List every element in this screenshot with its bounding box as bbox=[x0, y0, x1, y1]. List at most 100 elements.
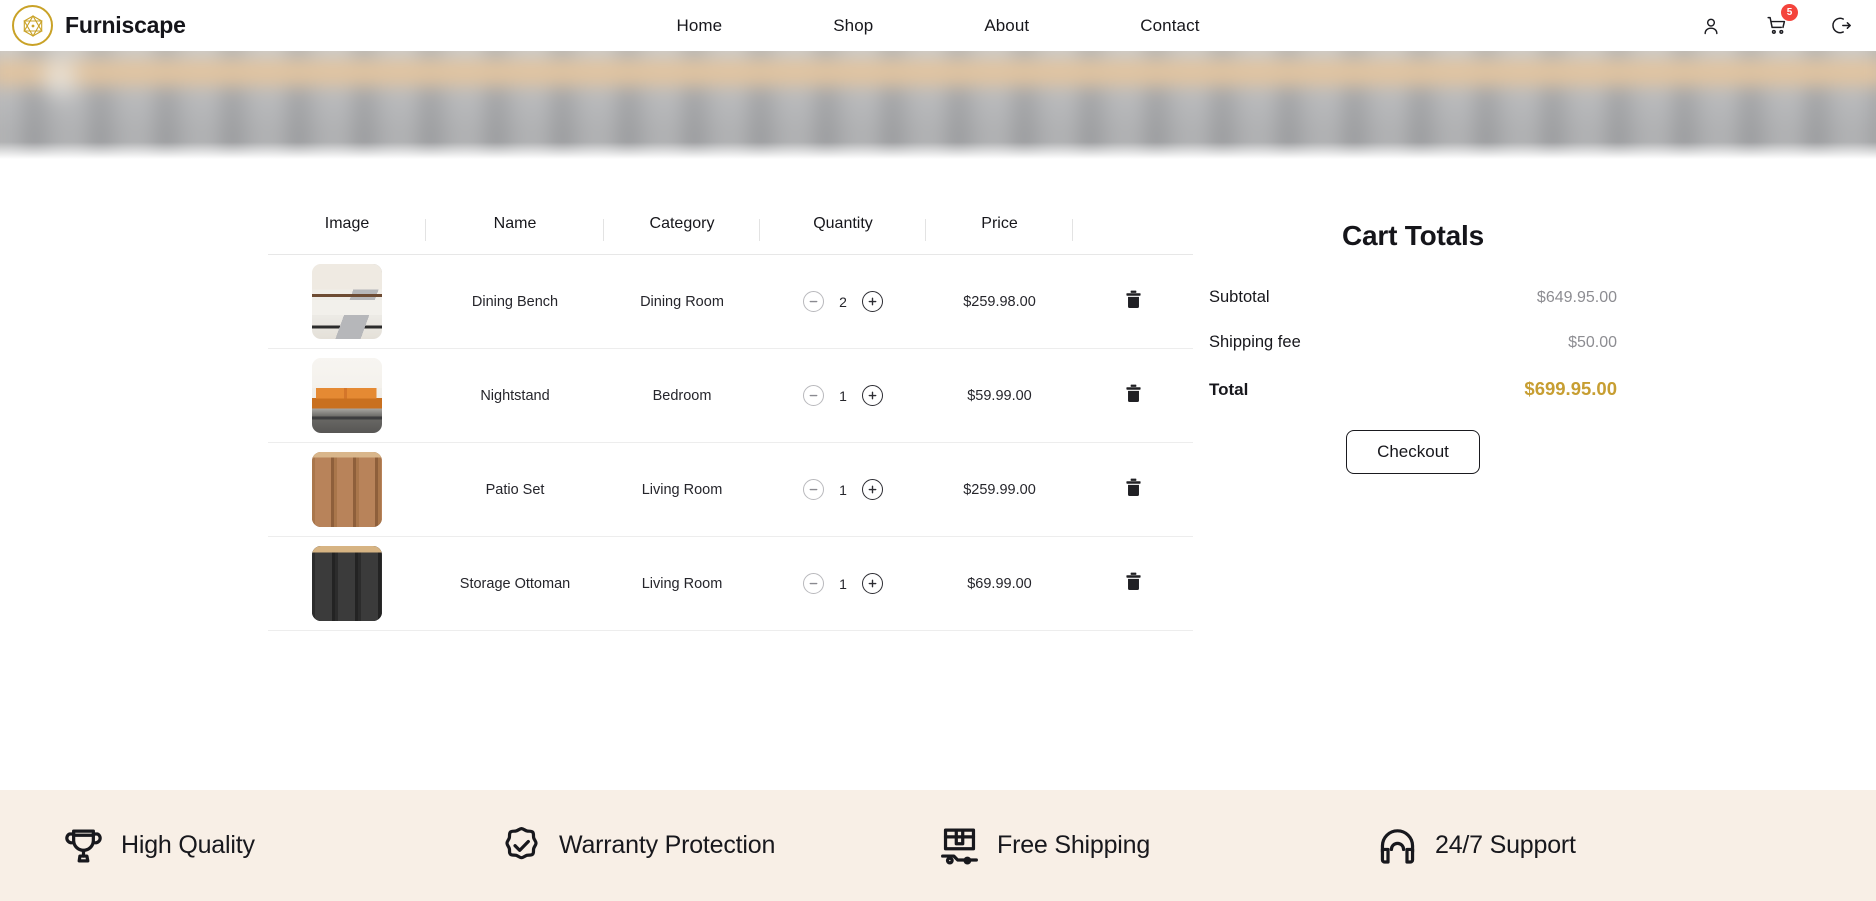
cell-name: Dining Bench bbox=[426, 254, 604, 349]
brand-name: Furniscape bbox=[65, 12, 186, 38]
cell-name: Storage Ottoman bbox=[426, 536, 604, 631]
product-thumbnail[interactable] bbox=[312, 546, 382, 621]
decrement-quantity-button[interactable] bbox=[803, 479, 824, 500]
cell-image bbox=[268, 348, 426, 443]
cell-actions bbox=[1073, 254, 1193, 349]
quantity-stepper: 1 bbox=[760, 385, 926, 406]
cell-category: Dining Room bbox=[604, 254, 760, 349]
column-header-quantity: Quantity bbox=[760, 215, 926, 255]
site-header: Furniscape Home Shop About Contact 5 bbox=[0, 0, 1876, 51]
cell-actions bbox=[1073, 348, 1193, 443]
feature-label: Warranty Protection bbox=[559, 831, 776, 859]
cell-price: $259.98.00 bbox=[926, 254, 1073, 349]
cart-count-badge: 5 bbox=[1781, 3, 1798, 21]
brand[interactable]: Furniscape bbox=[12, 5, 186, 46]
increment-quantity-button[interactable] bbox=[862, 385, 883, 406]
cell-image bbox=[268, 442, 426, 537]
column-header-actions bbox=[1073, 215, 1193, 255]
feature-warranty-protection: Warranty Protection bbox=[500, 824, 938, 867]
table-row: Nightstand Bedroom 1 $59.99.00 bbox=[268, 348, 1193, 443]
column-header-category: Category bbox=[604, 215, 760, 255]
feature-high-quality: High Quality bbox=[62, 824, 500, 867]
cart-table-section: Image Name Category Quantity Price Dinin… bbox=[0, 215, 1195, 631]
cell-category: Bedroom bbox=[604, 348, 760, 443]
total-label: Total bbox=[1209, 380, 1249, 399]
nav-item-contact[interactable]: Contact bbox=[1140, 16, 1199, 36]
quantity-stepper: 1 bbox=[760, 573, 926, 594]
cell-actions bbox=[1073, 536, 1193, 631]
subtotal-row: Subtotal $649.95.00 bbox=[1203, 288, 1623, 307]
cell-image bbox=[268, 254, 426, 349]
trash-icon[interactable] bbox=[1125, 478, 1142, 497]
cell-category: Living Room bbox=[604, 442, 760, 537]
cell-image bbox=[268, 536, 426, 631]
badge-check-icon bbox=[500, 824, 543, 867]
increment-quantity-button[interactable] bbox=[862, 573, 883, 594]
total-row: Total $699.95.00 bbox=[1203, 378, 1623, 400]
product-thumbnail[interactable] bbox=[312, 358, 382, 433]
cell-actions bbox=[1073, 442, 1193, 537]
hexagon-gem-icon bbox=[12, 5, 53, 46]
column-header-name: Name bbox=[426, 215, 604, 255]
feature-label: High Quality bbox=[121, 831, 255, 859]
feature-label: Free Shipping bbox=[997, 831, 1151, 859]
cart-table-header-row: Image Name Category Quantity Price bbox=[268, 215, 1193, 255]
decrement-quantity-button[interactable] bbox=[803, 573, 824, 594]
package-truck-icon bbox=[938, 824, 981, 867]
orange-sofa-thumbnail-image bbox=[312, 358, 382, 433]
feature-free-shipping: Free Shipping bbox=[938, 824, 1376, 867]
shipping-fee-value: $50.00 bbox=[1568, 334, 1617, 351]
nav-item-shop[interactable]: Shop bbox=[833, 16, 873, 36]
feature-label: 24/7 Support bbox=[1435, 831, 1576, 859]
quantity-stepper: 1 bbox=[760, 479, 926, 500]
quantity-value: 1 bbox=[839, 387, 847, 404]
trash-icon[interactable] bbox=[1125, 290, 1142, 309]
cell-quantity: 1 bbox=[760, 348, 926, 443]
cell-category: Living Room bbox=[604, 536, 760, 631]
logout-icon[interactable] bbox=[1828, 13, 1854, 39]
checkout-button-wrap: Checkout bbox=[1203, 430, 1623, 474]
feature-support: 24/7 Support bbox=[1376, 824, 1814, 867]
shipping-fee-label: Shipping fee bbox=[1209, 333, 1301, 351]
quantity-value: 1 bbox=[839, 481, 847, 498]
checkout-button[interactable]: Checkout bbox=[1346, 430, 1480, 474]
increment-quantity-button[interactable] bbox=[862, 291, 883, 312]
cell-price: $259.99.00 bbox=[926, 442, 1073, 537]
shopping-cart-icon[interactable]: 5 bbox=[1763, 3, 1798, 39]
decrement-quantity-button[interactable] bbox=[803, 291, 824, 312]
trash-icon[interactable] bbox=[1125, 384, 1142, 403]
main-content: Image Name Category Quantity Price Dinin… bbox=[0, 160, 1876, 841]
decrement-quantity-button[interactable] bbox=[803, 385, 824, 406]
trash-icon[interactable] bbox=[1125, 572, 1142, 591]
cell-quantity: 1 bbox=[760, 536, 926, 631]
quantity-value: 2 bbox=[839, 293, 847, 310]
cell-price: $69.99.00 bbox=[926, 536, 1073, 631]
quantity-stepper: 2 bbox=[760, 291, 926, 312]
cell-quantity: 2 bbox=[760, 254, 926, 349]
features-footer: High Quality Warranty Protection Free Sh… bbox=[0, 790, 1876, 901]
cart-totals-title: Cart Totals bbox=[1342, 220, 1484, 251]
quantity-value: 1 bbox=[839, 575, 847, 592]
product-thumbnail[interactable] bbox=[312, 264, 382, 339]
column-header-image: Image bbox=[268, 215, 426, 255]
user-icon[interactable] bbox=[1698, 13, 1724, 39]
cell-name: Nightstand bbox=[426, 348, 604, 443]
cell-name: Patio Set bbox=[426, 442, 604, 537]
subtotal-label: Subtotal bbox=[1209, 288, 1270, 306]
dark-cabinet-thumbnail-image bbox=[312, 546, 382, 621]
header-actions: 5 bbox=[1698, 3, 1854, 39]
cell-quantity: 1 bbox=[760, 442, 926, 537]
product-thumbnail[interactable] bbox=[312, 452, 382, 527]
hero-banner-image bbox=[0, 51, 1876, 160]
cart-totals-panel: Cart Totals Subtotal $649.95.00 Shipping… bbox=[1203, 215, 1623, 474]
nav-item-about[interactable]: About bbox=[984, 16, 1029, 36]
wood-cabinet-thumbnail-image bbox=[312, 452, 382, 527]
table-row: Dining Bench Dining Room 2 $259.98.00 bbox=[268, 254, 1193, 349]
total-value: $699.95.00 bbox=[1524, 378, 1617, 399]
bed-thumbnail-image bbox=[312, 264, 382, 339]
increment-quantity-button[interactable] bbox=[862, 479, 883, 500]
main-navigation: Home Shop About Contact bbox=[0, 16, 1876, 36]
subtotal-value: $649.95.00 bbox=[1536, 289, 1617, 306]
hero-banner bbox=[0, 51, 1876, 160]
nav-item-home[interactable]: Home bbox=[676, 16, 722, 36]
